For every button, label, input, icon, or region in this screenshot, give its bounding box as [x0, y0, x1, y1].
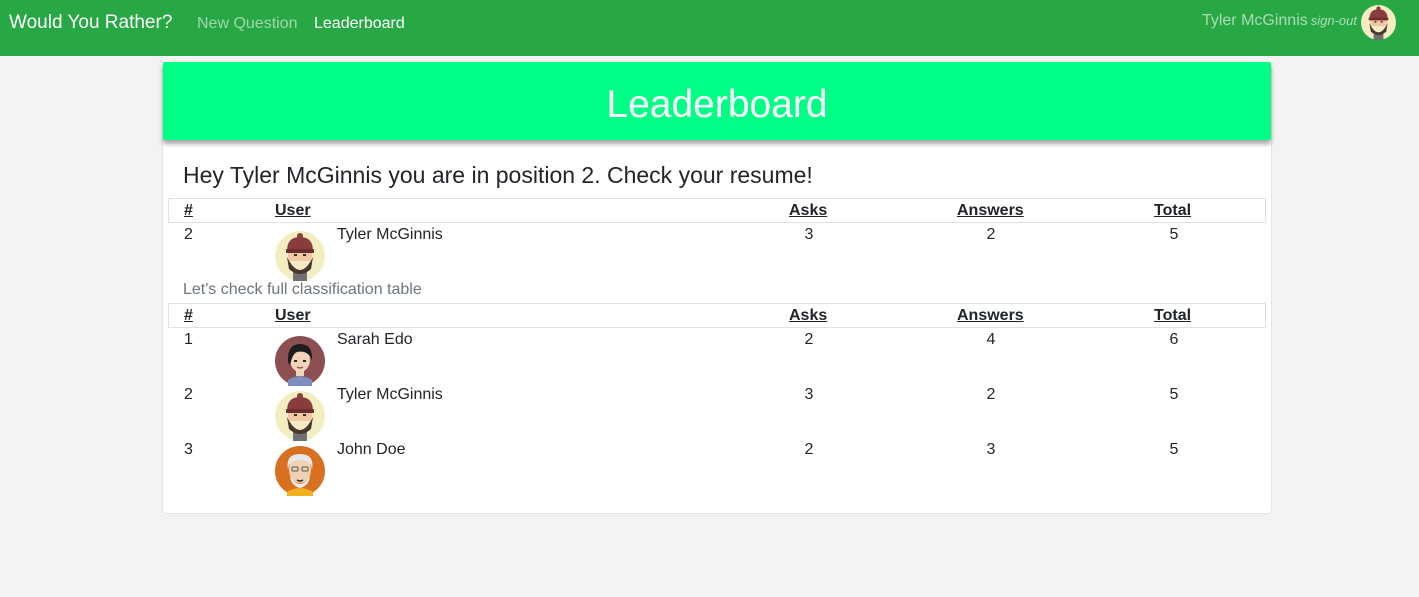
full-table-caption: Let's check full classification table [183, 281, 422, 298]
row-rank: 2 [184, 226, 193, 243]
tyler-avatar-icon [275, 231, 325, 281]
current-user-row: 2 Tyler McGinnis 3 2 5 [168, 226, 1266, 281]
column-header-asks[interactable]: Asks [789, 307, 827, 325]
row-asks: 3 [804, 386, 814, 403]
tyler-avatar-icon [1361, 5, 1396, 40]
current-user: Tyler McGinnis sign-out [1202, 12, 1357, 30]
row-rank: 2 [184, 386, 193, 403]
row-total: 5 [1169, 386, 1179, 403]
column-header-answers[interactable]: Answers [957, 202, 1024, 220]
column-header-rank[interactable]: # [184, 202, 193, 220]
page-title: Leaderboard [606, 83, 828, 126]
row-asks: 2 [804, 331, 814, 348]
current-user-table-header: # User Asks Answers Total [168, 198, 1266, 223]
john-avatar-icon [275, 446, 325, 496]
row-rank: 1 [184, 331, 193, 348]
table-row: 3 John Doe 2 3 5 [168, 441, 1266, 496]
row-total: 5 [1169, 441, 1179, 458]
nav-leaderboard[interactable]: Leaderboard [314, 15, 405, 33]
column-header-total[interactable]: Total [1154, 307, 1191, 325]
row-asks: 3 [804, 226, 814, 243]
current-user-name: Tyler McGinnis [1201, 12, 1308, 29]
row-user-name: Tyler McGinnis [337, 386, 443, 403]
row-total: 5 [1169, 226, 1179, 243]
row-rank: 3 [184, 441, 193, 458]
row-answers: 3 [986, 441, 996, 458]
column-header-rank[interactable]: # [184, 307, 193, 325]
table-row: 2 Tyler McGinnis 3 2 5 [168, 386, 1266, 441]
nav-new-question[interactable]: New Question [197, 15, 298, 33]
column-header-user[interactable]: User [275, 307, 311, 325]
leaderboard-banner: Leaderboard [163, 62, 1271, 140]
column-header-answers[interactable]: Answers [957, 307, 1024, 325]
row-user-name: John Doe [337, 441, 406, 458]
row-total: 6 [1169, 331, 1179, 348]
column-header-asks[interactable]: Asks [789, 202, 827, 220]
tyler-avatar-icon [275, 391, 325, 441]
column-header-user[interactable]: User [275, 202, 311, 220]
sign-out-link[interactable]: sign-out [1311, 13, 1357, 28]
position-greeting: Hey Tyler McGinnis you are in position 2… [183, 162, 813, 188]
row-user-name: Sarah Edo [337, 331, 413, 348]
app-brand[interactable]: Would You Rather? [9, 12, 172, 34]
table-row: 1 Sarah Edo 2 4 6 [168, 331, 1266, 386]
full-table-header: # User Asks Answers Total [168, 303, 1266, 328]
row-answers: 2 [986, 386, 996, 403]
row-user-name: Tyler McGinnis [337, 226, 443, 243]
sarah-avatar-icon [275, 336, 325, 386]
top-navbar: Would You Rather? New Question Leaderboa… [0, 0, 1419, 56]
row-answers: 2 [986, 226, 996, 243]
row-answers: 4 [986, 331, 996, 348]
column-header-total[interactable]: Total [1154, 202, 1191, 220]
row-asks: 2 [804, 441, 814, 458]
